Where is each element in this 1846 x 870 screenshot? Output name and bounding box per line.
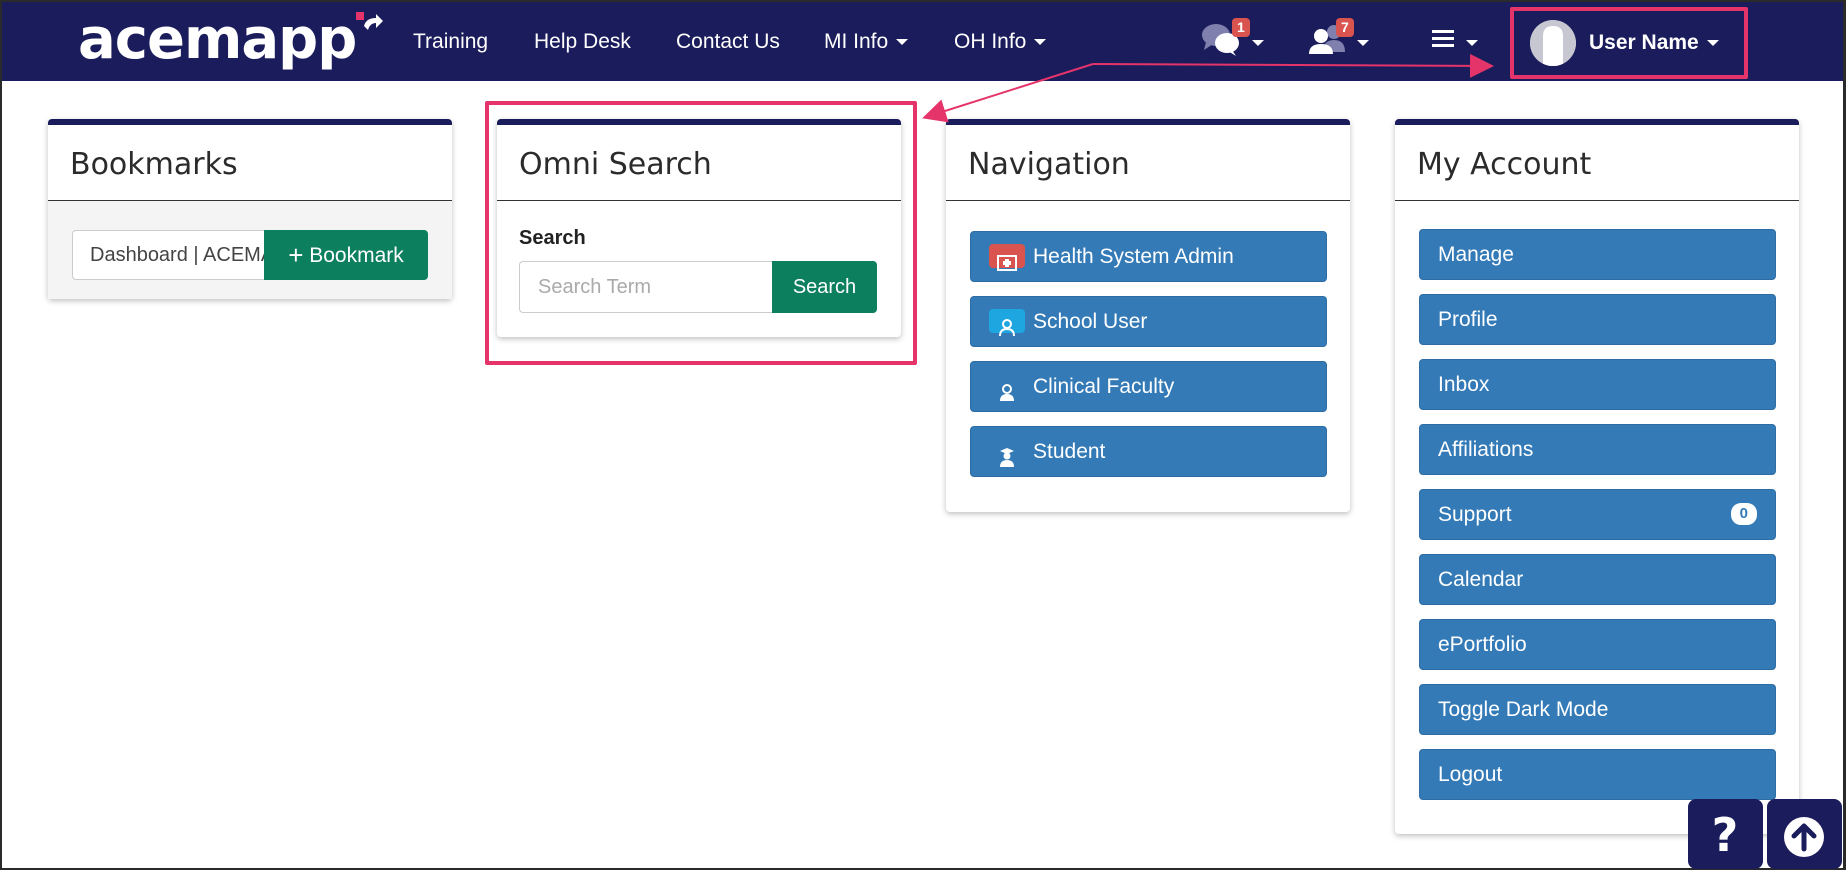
help-button[interactable]: ? xyxy=(1688,799,1763,869)
navigation-title: Navigation xyxy=(968,147,1130,182)
requests-dropdown[interactable]: 7 xyxy=(1305,18,1369,62)
logout-button[interactable]: Logout xyxy=(1419,749,1776,800)
nav-contact-us-link[interactable]: Contact Us xyxy=(676,30,780,54)
divider xyxy=(946,200,1350,201)
bookmark-title-input[interactable]: Dashboard | ACEMAPP xyxy=(72,230,264,280)
nav-item-label: Health System Admin xyxy=(1033,245,1234,268)
hamburger-menu-icon xyxy=(1432,30,1454,47)
health-system-admin-button[interactable]: Health System Admin xyxy=(970,231,1327,282)
arrow-up-circle-icon xyxy=(1784,817,1824,857)
user-menu-dropdown[interactable]: User Name xyxy=(1589,31,1719,55)
user-silhouette-icon xyxy=(1530,20,1576,66)
nav-oh-info-dropdown[interactable]: OH Info xyxy=(954,30,1047,54)
inbox-button[interactable]: Inbox xyxy=(1419,359,1776,410)
toggle-dark-mode-button[interactable]: Toggle Dark Mode xyxy=(1419,684,1776,735)
nav-item-label: Clinical Faculty xyxy=(1033,375,1175,398)
question-mark-icon: ? xyxy=(1712,808,1739,862)
nav-item-label: Student xyxy=(1033,440,1106,463)
chevron-down-icon xyxy=(896,39,909,46)
chevron-down-icon xyxy=(1252,40,1264,46)
chevron-down-icon xyxy=(1357,40,1369,46)
chevron-down-icon xyxy=(1034,39,1047,46)
bookmarks-title: Bookmarks xyxy=(70,147,238,182)
logo-arrow-icon xyxy=(356,12,383,30)
affiliations-button[interactable]: Affiliations xyxy=(1419,424,1776,475)
support-label: Support xyxy=(1438,503,1512,526)
faculty-icon xyxy=(989,374,1025,401)
add-bookmark-button[interactable]: + Bookmark xyxy=(264,230,428,280)
hospital-icon xyxy=(989,244,1025,271)
chevron-down-icon xyxy=(1706,40,1719,47)
user-icon xyxy=(989,309,1025,337)
eportfolio-button[interactable]: ePortfolio xyxy=(1419,619,1776,670)
svg-text:?: ? xyxy=(1712,808,1739,862)
messages-count-badge: 1 xyxy=(1232,18,1250,37)
clinical-faculty-button[interactable]: Clinical Faculty xyxy=(970,361,1327,412)
profile-button[interactable]: Profile xyxy=(1419,294,1776,345)
main-menu-dropdown[interactable] xyxy=(1432,28,1482,54)
scroll-to-top-button[interactable] xyxy=(1767,799,1842,869)
omni-search-highlight xyxy=(485,101,917,365)
school-user-button[interactable]: School User xyxy=(970,296,1327,347)
student-icon xyxy=(989,439,1025,467)
my-account-card: My Account Manage Profile Inbox Affiliat… xyxy=(1395,119,1799,834)
support-count-badge: 0 xyxy=(1730,503,1757,525)
support-button[interactable]: Support 0 xyxy=(1419,489,1776,540)
chevron-down-icon xyxy=(1466,40,1478,46)
nav-training-link[interactable]: Training xyxy=(413,30,488,54)
divider xyxy=(1395,200,1799,201)
calendar-button[interactable]: Calendar xyxy=(1419,554,1776,605)
requests-count-badge: 7 xyxy=(1336,18,1354,37)
nav-help-desk-link[interactable]: Help Desk xyxy=(534,30,631,54)
acemapp-logo[interactable]: acemapp xyxy=(78,10,357,70)
nav-item-label: School User xyxy=(1033,310,1148,333)
navigation-card: Navigation Health System Admin School Us… xyxy=(946,119,1350,512)
my-account-title: My Account xyxy=(1417,147,1592,182)
student-button[interactable]: Student xyxy=(970,426,1327,477)
avatar[interactable] xyxy=(1530,20,1576,66)
plus-icon: + xyxy=(288,240,304,270)
nav-mi-info-dropdown[interactable]: MI Info xyxy=(824,30,909,54)
messages-dropdown[interactable]: 1 xyxy=(1200,18,1264,62)
manage-button[interactable]: Manage xyxy=(1419,229,1776,280)
